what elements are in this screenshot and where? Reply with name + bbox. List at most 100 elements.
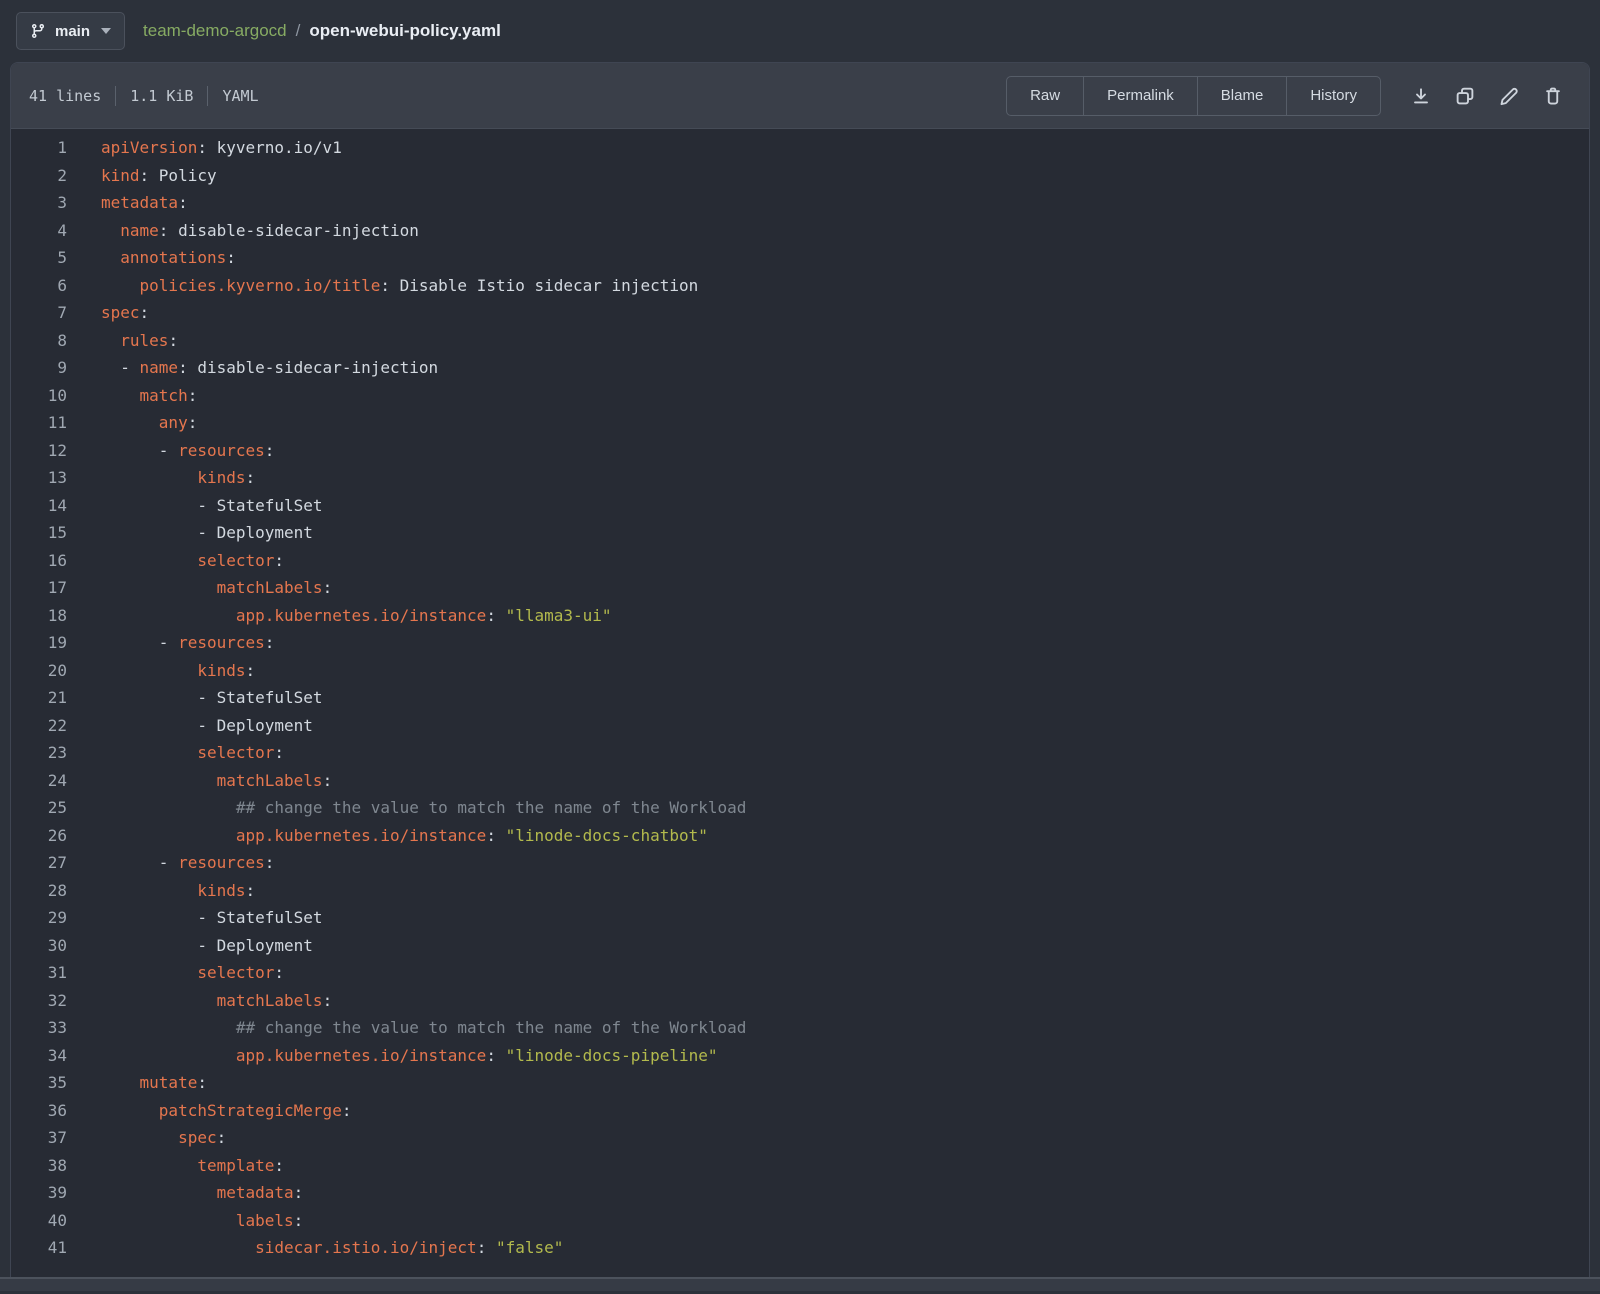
line-number[interactable]: 37 [11, 1124, 67, 1152]
download-icon [1411, 86, 1431, 106]
line-number[interactable]: 11 [11, 409, 67, 437]
code-line: 22 - Deployment [11, 712, 1589, 740]
file-header: main team-demo-argocd / open-webui-polic… [0, 0, 1600, 62]
line-number[interactable]: 33 [11, 1014, 67, 1042]
line-number[interactable]: 3 [11, 189, 67, 217]
delete-button[interactable] [1543, 86, 1563, 106]
line-number[interactable]: 34 [11, 1042, 67, 1070]
line-number[interactable]: 5 [11, 244, 67, 272]
code-line: 10 match: [11, 382, 1589, 410]
permalink-button[interactable]: Permalink [1083, 77, 1197, 115]
code-line: 40 labels: [11, 1207, 1589, 1235]
code-text: spec: [67, 299, 149, 327]
code-line: 15 - Deployment [11, 519, 1589, 547]
code-line: 7spec: [11, 299, 1589, 327]
line-number[interactable]: 19 [11, 629, 67, 657]
code-text: selector: [67, 959, 284, 987]
line-number[interactable]: 28 [11, 877, 67, 905]
code-line: 2kind: Policy [11, 162, 1589, 190]
line-number[interactable]: 20 [11, 657, 67, 685]
line-number[interactable]: 24 [11, 767, 67, 795]
line-number[interactable]: 7 [11, 299, 67, 327]
line-number[interactable]: 29 [11, 904, 67, 932]
line-number[interactable]: 35 [11, 1069, 67, 1097]
history-button[interactable]: History [1286, 77, 1380, 115]
line-number[interactable]: 36 [11, 1097, 67, 1125]
line-number[interactable]: 32 [11, 987, 67, 1015]
divider [115, 86, 116, 106]
line-number[interactable]: 17 [11, 574, 67, 602]
code-text: matchLabels: [67, 987, 332, 1015]
line-number[interactable]: 16 [11, 547, 67, 575]
copy-button[interactable] [1455, 86, 1475, 106]
code-text: match: [67, 382, 197, 410]
code-text: kinds: [67, 877, 255, 905]
line-number[interactable]: 8 [11, 327, 67, 355]
code-text: spec: [67, 1124, 226, 1152]
line-number[interactable]: 10 [11, 382, 67, 410]
code-text: app.kubernetes.io/instance: "linode-docs… [67, 822, 708, 850]
branch-label: main [55, 23, 90, 40]
line-number[interactable]: 27 [11, 849, 67, 877]
line-number[interactable]: 1 [11, 134, 67, 162]
code-text: app.kubernetes.io/instance: "llama3-ui" [67, 602, 612, 630]
line-number[interactable]: 26 [11, 822, 67, 850]
line-number[interactable]: 39 [11, 1179, 67, 1207]
line-number[interactable]: 2 [11, 162, 67, 190]
code-text: apiVersion: kyverno.io/v1 [67, 134, 342, 162]
line-number[interactable]: 25 [11, 794, 67, 822]
line-number[interactable]: 18 [11, 602, 67, 630]
code-line: 16 selector: [11, 547, 1589, 575]
code-line: 19 - resources: [11, 629, 1589, 657]
chevron-down-icon [101, 28, 111, 34]
download-button[interactable] [1411, 86, 1431, 106]
code-text: - StatefulSet [67, 684, 323, 712]
bottom-strip [0, 1277, 1600, 1291]
branch-selector-button[interactable]: main [16, 12, 125, 50]
file-language: YAML [222, 87, 258, 105]
edit-button[interactable] [1499, 86, 1519, 106]
code-text: sidecar.istio.io/inject: "false" [67, 1234, 563, 1262]
line-number[interactable]: 12 [11, 437, 67, 465]
line-number[interactable]: 4 [11, 217, 67, 245]
line-number[interactable]: 40 [11, 1207, 67, 1235]
code-text: ## change the value to match the name of… [67, 1014, 746, 1042]
code-text: kinds: [67, 464, 255, 492]
code-text: template: [67, 1152, 284, 1180]
line-number[interactable]: 22 [11, 712, 67, 740]
code-line: 20 kinds: [11, 657, 1589, 685]
line-number[interactable]: 31 [11, 959, 67, 987]
line-number[interactable]: 21 [11, 684, 67, 712]
file-size: 1.1 KiB [130, 87, 193, 105]
code-line: 39 metadata: [11, 1179, 1589, 1207]
file-info: 41 lines 1.1 KiB YAML [29, 86, 259, 106]
code-line: 41 sidecar.istio.io/inject: "false" [11, 1234, 1589, 1262]
code-line: 8 rules: [11, 327, 1589, 355]
file-name: open-webui-policy.yaml [309, 21, 500, 41]
code-text: - resources: [67, 629, 274, 657]
line-number[interactable]: 38 [11, 1152, 67, 1180]
code-text: - Deployment [67, 932, 313, 960]
line-number[interactable]: 15 [11, 519, 67, 547]
raw-button[interactable]: Raw [1007, 77, 1083, 115]
code-line: 14 - StatefulSet [11, 492, 1589, 520]
repo-link[interactable]: team-demo-argocd [143, 21, 287, 41]
code-line: 13 kinds: [11, 464, 1589, 492]
code-line: 3metadata: [11, 189, 1589, 217]
code-line: 26 app.kubernetes.io/instance: "linode-d… [11, 822, 1589, 850]
line-number[interactable]: 6 [11, 272, 67, 300]
line-number[interactable]: 9 [11, 354, 67, 382]
code-viewer: 1apiVersion: kyverno.io/v12kind: Policy3… [11, 129, 1589, 1277]
line-number[interactable]: 13 [11, 464, 67, 492]
line-number[interactable]: 30 [11, 932, 67, 960]
code-line: 9 - name: disable-sidecar-injection [11, 354, 1589, 382]
code-line: 30 - Deployment [11, 932, 1589, 960]
line-number[interactable]: 41 [11, 1234, 67, 1262]
code-line: 5 annotations: [11, 244, 1589, 272]
code-line: 28 kinds: [11, 877, 1589, 905]
blame-button[interactable]: Blame [1197, 77, 1287, 115]
line-number[interactable]: 23 [11, 739, 67, 767]
code-text: matchLabels: [67, 767, 332, 795]
line-count: 41 lines [29, 87, 101, 105]
line-number[interactable]: 14 [11, 492, 67, 520]
